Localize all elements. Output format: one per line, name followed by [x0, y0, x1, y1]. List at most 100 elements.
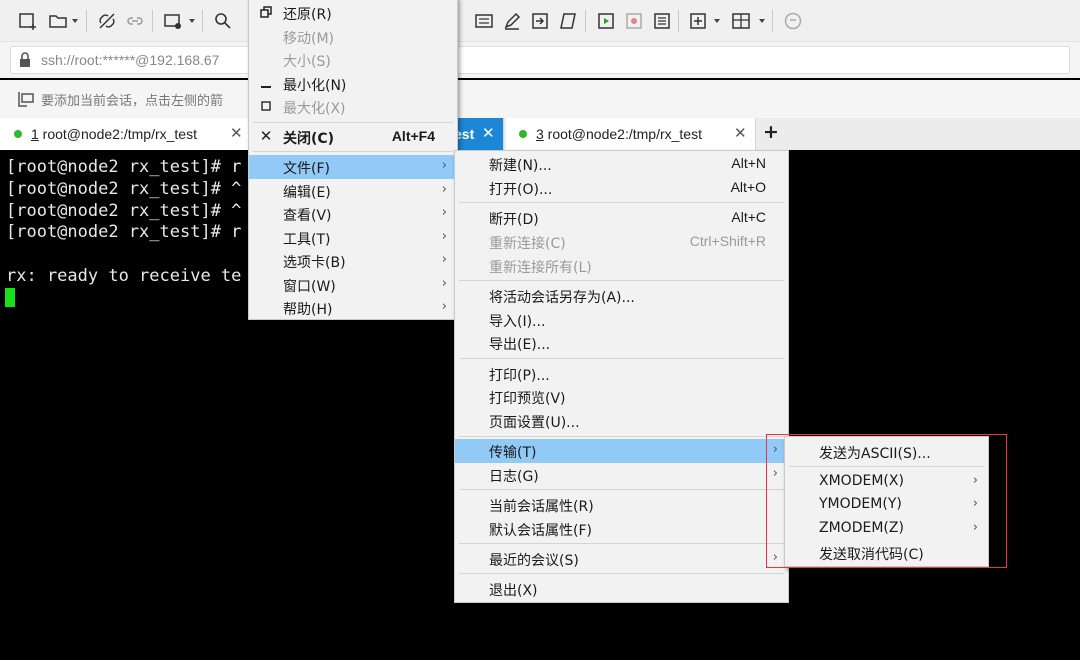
address-bar: ssh://root:******@192.168.67 [0, 42, 1080, 78]
keymap-icon[interactable] [472, 9, 496, 33]
open-folder-icon[interactable] [46, 9, 70, 33]
menu-item-session-properties[interactable]: 当前会话属性(R) [455, 493, 788, 517]
lock-icon [19, 52, 31, 72]
menu-item-size[interactable]: 大小(S) [249, 48, 457, 72]
menu-separator [459, 358, 784, 359]
menu-item-exit[interactable]: 退出(X) [455, 577, 788, 601]
link-icon[interactable] [123, 9, 147, 33]
toolbar-separator [202, 10, 203, 32]
menu-item-default-properties[interactable]: 默认会话属性(F) [455, 517, 788, 541]
tab-1[interactable]: 1 root@node2:/tmp/rx_test ✕ [0, 118, 252, 150]
tab-3[interactable]: 3 root@node2:/tmp/rx_test ✕ [506, 118, 756, 150]
menu-separator [459, 543, 784, 544]
terminal-line: rx: ready to receive te [6, 266, 242, 286]
session-hint-text: 要添加当前会话，点击左侧的箭 [41, 94, 224, 109]
edit-icon[interactable] [500, 9, 524, 33]
status-dot [14, 130, 22, 138]
toolbar-separator [772, 10, 773, 32]
terminal-cursor [5, 288, 15, 307]
menu-item-edit[interactable]: 编辑(E) › [249, 179, 457, 203]
menu-item-print[interactable]: 打印(P)... [455, 362, 788, 386]
file-menu: 新建(N)... Alt+N 打开(O)... Alt+O 断开(D) Alt+… [454, 150, 789, 603]
menu-item-tools[interactable]: 工具(T) › [249, 226, 457, 250]
menu-item-page-setup[interactable]: 页面设置(U)... [455, 409, 788, 433]
address-input[interactable]: ssh://root:******@192.168.67 [10, 46, 1070, 74]
menu-item-new[interactable]: 新建(N)... Alt+N [455, 152, 788, 176]
menu-item-minimize[interactable]: 最小化(N) [249, 72, 457, 96]
chevron-right-icon: › [441, 276, 447, 291]
menu-separator [253, 151, 453, 152]
transfer-icon[interactable] [528, 9, 552, 33]
log-icon[interactable] [650, 9, 674, 33]
chevron-right-icon: › [441, 182, 447, 197]
toolbar-separator [585, 10, 586, 32]
chevron-right-icon: › [441, 158, 447, 173]
tab-title: root@node2:/tmp/rx_test [38, 126, 197, 142]
menu-item-restore[interactable]: 还原(R) [249, 1, 457, 25]
menu-item-file[interactable]: 文件(F) › [249, 155, 457, 179]
menu-item-disconnect[interactable]: 断开(D) Alt+C [455, 206, 788, 230]
menu-separator [459, 202, 784, 203]
menu-item-help[interactable]: 帮助(H) › [249, 296, 457, 320]
add-pane-icon[interactable] [686, 9, 710, 33]
terminal-line: [root@node2 rx_test]# r [6, 157, 242, 177]
session-hint-bar: 要添加当前会话，点击左侧的箭 [0, 80, 1080, 118]
menu-item-move[interactable]: 移动(M) [249, 25, 457, 49]
disconnect-icon[interactable] [95, 9, 119, 33]
menu-item-print-preview[interactable]: 打印预览(V) [455, 385, 788, 409]
find-icon[interactable] [211, 9, 235, 33]
chevron-down-icon[interactable] [759, 19, 765, 23]
help-icon[interactable] [781, 9, 805, 33]
menu-separator [459, 280, 784, 281]
sftp-icon[interactable] [556, 9, 580, 33]
menu-item-recent-sessions[interactable]: 最近的会议(S) › [455, 547, 788, 571]
menu-item-maximize[interactable]: 最大化(X) [249, 95, 457, 119]
system-menu: 还原(R) 移动(M) 大小(S) 最小化(N) 最大化(X) ✕ 关闭(C) … [248, 0, 458, 320]
terminal-line: [root@node2 rx_test]# ^ [6, 201, 242, 221]
annotation-box [766, 434, 1007, 568]
record-icon[interactable] [622, 9, 646, 33]
tab-bar: 1 root@node2:/tmp/rx_test ✕ est ✕ 3 root… [0, 118, 1080, 150]
close-tab-icon[interactable]: ✕ [482, 124, 495, 142]
menu-separator [459, 573, 784, 574]
menu-item-log[interactable]: 日志(G) › [455, 463, 788, 487]
tab-number: 3 [536, 126, 544, 142]
close-tab-icon[interactable]: ✕ [734, 124, 747, 142]
terminal-line: [root@node2 rx_test]# r [6, 222, 242, 242]
chevron-down-icon[interactable] [714, 19, 720, 23]
new-window-icon[interactable] [161, 9, 185, 33]
menu-item-tabs[interactable]: 选项卡(B) › [249, 249, 457, 273]
chevron-down-icon[interactable] [189, 19, 195, 23]
terminal-line: [root@node2 rx_test]# ^ [6, 179, 242, 199]
menu-item-save-session-as[interactable]: 将活动会话另存为(A)... [455, 284, 788, 308]
menu-separator [459, 436, 784, 437]
address-text: ssh://root:******@192.168.67 [41, 52, 220, 68]
chevron-right-icon: › [441, 299, 447, 314]
toolbar-separator [152, 10, 153, 32]
menu-item-reconnect[interactable]: 重新连接(C) Ctrl+Shift+R [455, 230, 788, 254]
new-session-icon[interactable] [16, 9, 40, 33]
menu-item-view[interactable]: 查看(V) › [249, 202, 457, 226]
menu-item-reconnect-all[interactable]: 重新连接所有(L) [455, 254, 788, 278]
status-dot [519, 130, 527, 138]
chevron-down-icon[interactable] [72, 19, 78, 23]
close-tab-icon[interactable]: ✕ [230, 124, 243, 142]
menu-item-import[interactable]: 导入(I)... [455, 308, 788, 332]
chevron-right-icon: › [441, 205, 447, 220]
restore-icon [259, 4, 273, 20]
menu-separator [459, 489, 784, 490]
menu-item-transfer[interactable]: 传输(T) › [455, 439, 788, 463]
layout-icon[interactable] [729, 9, 753, 33]
add-session-icon[interactable] [17, 90, 35, 112]
chevron-right-icon: › [441, 252, 447, 267]
maximize-icon [259, 98, 273, 114]
menu-item-open[interactable]: 打开(O)... Alt+O [455, 176, 788, 200]
minimize-icon [259, 75, 273, 91]
menu-item-export[interactable]: 导出(E)... [455, 331, 788, 355]
script-icon[interactable] [594, 9, 618, 33]
menu-item-window[interactable]: 窗口(W) › [249, 273, 457, 297]
main-toolbar [0, 0, 1080, 42]
new-tab-button[interactable]: + [763, 121, 779, 143]
chevron-right-icon: › [441, 229, 447, 244]
menu-item-close[interactable]: ✕ 关闭(C) Alt+F4 [249, 125, 457, 149]
